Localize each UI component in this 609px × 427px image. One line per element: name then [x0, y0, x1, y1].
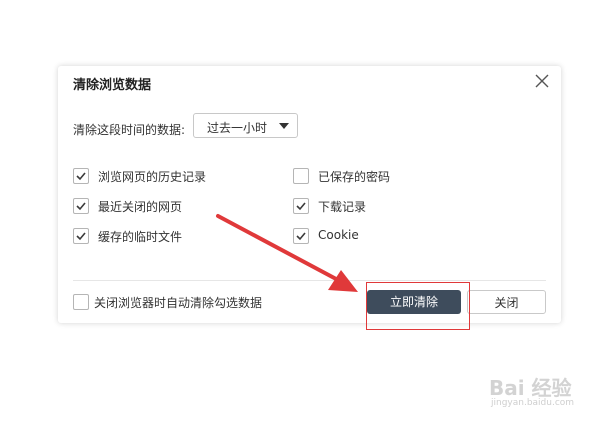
- close-icon[interactable]: [533, 72, 551, 90]
- watermark-logo-text: Bai 经验: [489, 376, 572, 400]
- time-range-select[interactable]: 过去一小时: [193, 113, 298, 138]
- checkbox-cached-files[interactable]: [73, 228, 89, 244]
- annotation-highlight-box: [366, 282, 470, 330]
- dialog-title: 清除浏览数据: [73, 78, 152, 93]
- checkbox-recently-closed[interactable]: [73, 198, 89, 214]
- option-label: 已保存的密码: [318, 170, 391, 184]
- time-range-label: 清除这段时间的数据:: [73, 123, 186, 137]
- checkbox-saved-passwords[interactable]: [293, 168, 309, 184]
- close-button[interactable]: 关闭: [467, 290, 546, 314]
- checkbox-browsing-history[interactable]: [73, 168, 89, 184]
- time-range-value: 过去一小时: [207, 121, 268, 135]
- watermark-url: jingyan.baidu.com: [491, 398, 575, 408]
- option-label: 最近关闭的网页: [98, 200, 183, 214]
- annotation-arrow: [216, 214, 358, 292]
- checkbox-auto-clear[interactable]: [73, 294, 89, 310]
- option-label: 缓存的临时文件: [98, 230, 183, 244]
- option-label: 浏览网页的历史记录: [98, 170, 207, 184]
- chevron-down-icon: [279, 123, 289, 129]
- baidu-jingyan-watermark: Bai 经验 jingyan.baidu.com: [489, 372, 589, 412]
